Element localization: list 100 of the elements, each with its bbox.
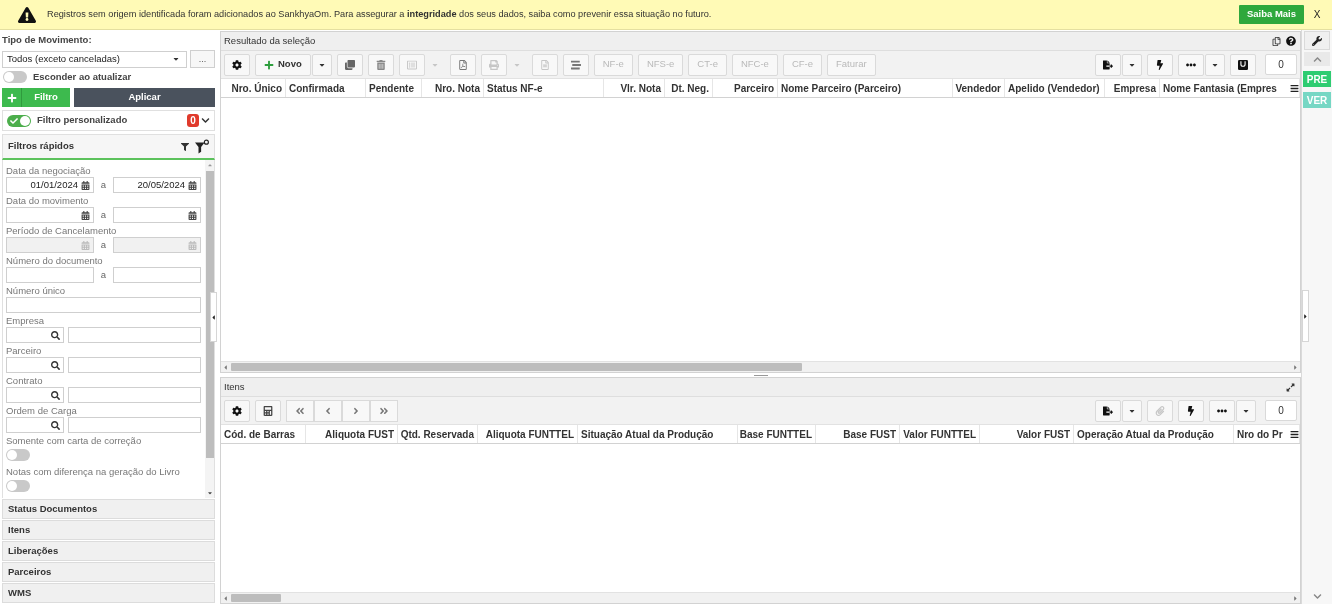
caret-down-icon[interactable] xyxy=(206,490,213,496)
input-field[interactable] xyxy=(6,297,201,313)
column-menu-button[interactable] xyxy=(1289,429,1299,439)
input-field[interactable] xyxy=(68,417,201,433)
input-field[interactable] xyxy=(113,267,201,283)
input-field[interactable] xyxy=(68,387,201,403)
lookup-field[interactable] xyxy=(6,387,64,403)
column-header[interactable]: Apelido (Vendedor) xyxy=(1005,79,1105,97)
horizontal-scrollbar[interactable] xyxy=(221,592,1300,603)
lookup-field[interactable] xyxy=(6,357,64,373)
form-button[interactable] xyxy=(255,399,281,422)
filter-circle-icon[interactable] xyxy=(195,139,209,154)
column-header[interactable]: Confirmada xyxy=(286,79,366,97)
toggle-switch[interactable] xyxy=(6,449,30,461)
calendar-icon[interactable] xyxy=(188,180,197,190)
more-button[interactable] xyxy=(1209,399,1235,422)
column-header[interactable]: Empresa xyxy=(1105,79,1160,97)
column-header[interactable]: Pendente xyxy=(366,79,422,97)
column-header[interactable]: Cód. de Barras xyxy=(221,425,306,443)
pdf-button[interactable] xyxy=(449,53,476,76)
collapse-handle[interactable] xyxy=(210,292,217,342)
column-header[interactable]: Aliquota FUST xyxy=(306,425,398,443)
next-button[interactable] xyxy=(342,399,370,422)
export-button[interactable] xyxy=(1095,399,1121,422)
chevron-down-icon[interactable] xyxy=(201,116,210,125)
section-header[interactable]: Liberações xyxy=(2,541,215,561)
search-icon[interactable] xyxy=(51,360,60,370)
horizontal-scrollbar[interactable] xyxy=(221,361,1300,372)
box-button[interactable] xyxy=(1230,53,1256,76)
more-button[interactable] xyxy=(1178,53,1204,76)
section-header[interactable]: Itens xyxy=(2,520,215,540)
close-button[interactable]: X xyxy=(1310,5,1324,24)
filter-icon[interactable] xyxy=(181,142,189,151)
column-header[interactable]: Vendedor xyxy=(953,79,1005,97)
count-field[interactable]: 0 xyxy=(1265,54,1297,75)
action-button[interactable] xyxy=(1147,53,1173,76)
column-header[interactable]: Aliquota FUNTTEL xyxy=(478,425,578,443)
lines-button[interactable] xyxy=(562,53,589,76)
apply-button[interactable]: Aplicar xyxy=(74,88,215,107)
search-icon[interactable] xyxy=(51,420,60,430)
duplicate-button[interactable] xyxy=(336,53,363,76)
column-header[interactable]: Base FUST xyxy=(816,425,900,443)
date-field[interactable]: 01/01/2024 xyxy=(6,177,94,193)
column-header[interactable]: Nro. Nota xyxy=(422,79,484,97)
search-icon[interactable] xyxy=(51,330,60,340)
toggle-switch[interactable] xyxy=(3,71,27,83)
section-header[interactable]: Parceiros xyxy=(2,562,215,582)
scrollbar-thumb[interactable] xyxy=(231,594,281,602)
copy-icon[interactable] xyxy=(1272,36,1281,46)
column-header[interactable]: Dt. Neg. xyxy=(665,79,713,97)
date-field[interactable]: 20/05/2024 xyxy=(113,177,201,193)
input-field[interactable] xyxy=(68,357,201,373)
column-header[interactable]: Parceiro xyxy=(713,79,778,97)
help-icon[interactable] xyxy=(1286,36,1296,46)
input-field[interactable] xyxy=(6,267,94,283)
column-header[interactable]: Vlr. Nota xyxy=(604,79,665,97)
column-header[interactable]: Qtd. Reservada xyxy=(398,425,478,443)
export-button[interactable] xyxy=(1095,53,1121,76)
tools-button[interactable] xyxy=(1304,31,1330,50)
expand-handle[interactable] xyxy=(1302,290,1309,342)
lookup-field[interactable] xyxy=(6,417,64,433)
last-button[interactable] xyxy=(370,399,398,422)
column-header[interactable]: Valor FUST xyxy=(980,425,1074,443)
scrollbar-thumb[interactable] xyxy=(231,363,802,371)
column-header[interactable]: Situação Atual da Produção xyxy=(578,425,738,443)
toggle-switch[interactable] xyxy=(6,480,30,492)
column-header[interactable]: Nro. Único xyxy=(221,79,286,97)
settings-button[interactable] xyxy=(224,53,250,76)
settings-button[interactable] xyxy=(224,399,250,422)
toggle-switch[interactable] xyxy=(7,114,31,127)
calendar-icon[interactable] xyxy=(188,210,197,220)
column-menu-button[interactable] xyxy=(1289,83,1299,93)
column-header[interactable]: Nome Parceiro (Parceiro) xyxy=(778,79,953,97)
action-button[interactable] xyxy=(1178,399,1204,422)
previous-button[interactable] xyxy=(314,399,342,422)
more-options-button[interactable]: ... xyxy=(190,50,215,68)
input-field[interactable] xyxy=(68,327,201,343)
date-field[interactable] xyxy=(113,207,201,223)
column-header[interactable]: Base FUNTTEL xyxy=(738,425,816,443)
expand-icon[interactable] xyxy=(1286,382,1295,392)
new-button[interactable]: Novo xyxy=(255,53,311,76)
delete-button[interactable] xyxy=(367,53,394,76)
caret-up-icon[interactable] xyxy=(206,162,213,168)
count-field[interactable]: 0 xyxy=(1265,400,1297,421)
column-header[interactable]: Valor FUNTTEL xyxy=(900,425,980,443)
caret-right-icon[interactable] xyxy=(1292,363,1299,371)
search-icon[interactable] xyxy=(51,390,60,400)
caret-left-icon[interactable] xyxy=(222,594,229,602)
column-header[interactable]: Status NF-e xyxy=(484,79,604,97)
calendar-icon[interactable] xyxy=(81,180,90,190)
caret-left-icon[interactable] xyxy=(222,363,229,371)
date-field[interactable] xyxy=(6,207,94,223)
column-header[interactable]: Operação Atual da Produção xyxy=(1074,425,1234,443)
calendar-icon[interactable] xyxy=(81,210,90,220)
movement-type-select[interactable]: Todos (exceto canceladas) xyxy=(2,50,187,68)
section-header[interactable]: Status Documentos xyxy=(2,499,215,519)
vertical-scrollbar[interactable] xyxy=(205,160,214,498)
caret-right-icon[interactable] xyxy=(1292,594,1299,602)
scrollbar-thumb[interactable] xyxy=(205,171,214,458)
first-button[interactable] xyxy=(286,399,314,422)
